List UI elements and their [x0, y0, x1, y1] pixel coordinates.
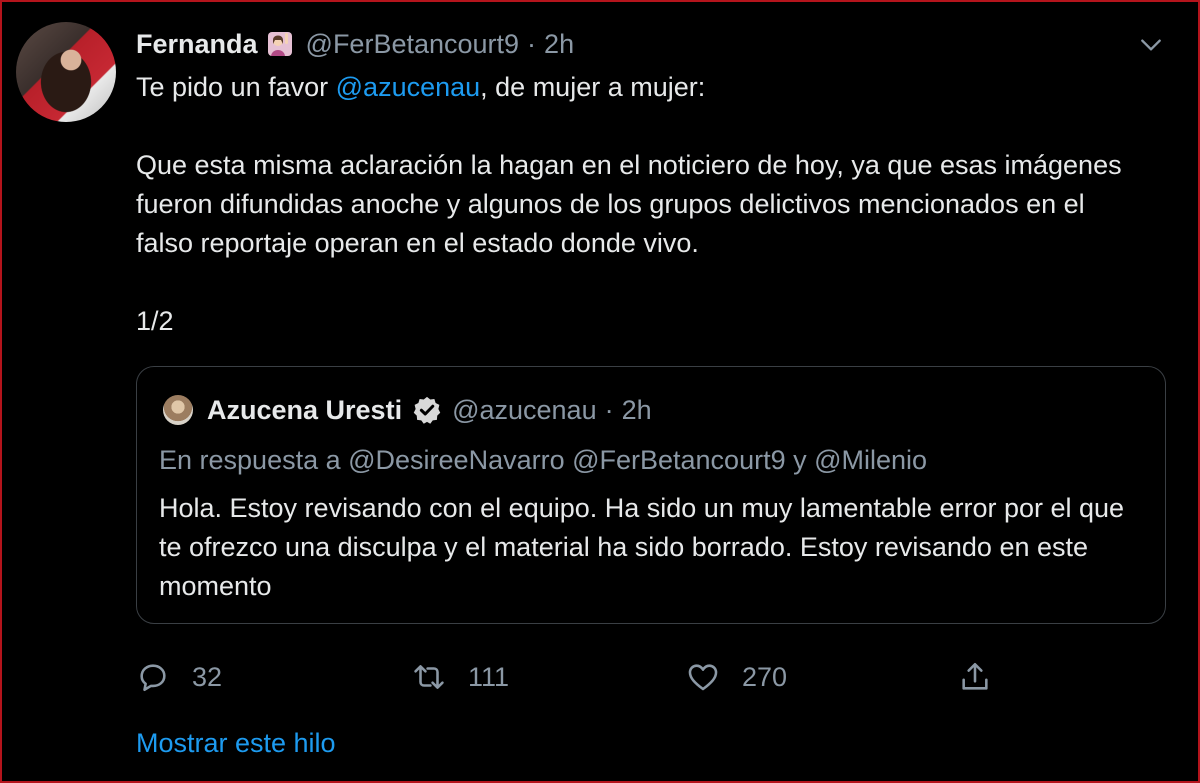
tweet-paragraph-2: Que esta misma aclaración la hagan en el… — [136, 150, 1122, 258]
separator-dot: · — [527, 28, 537, 59]
tweet-header: Fernanda @FerBetancourt9 · 2h — [136, 24, 574, 64]
mention-link[interactable]: @azucenau — [336, 72, 481, 102]
like-count: 270 — [742, 661, 788, 692]
quoted-separator-dot: · — [604, 394, 614, 425]
reply-icon — [140, 664, 166, 692]
show-thread-link[interactable]: Mostrar este hilo — [136, 728, 336, 759]
share-icon — [962, 662, 988, 690]
share-button[interactable] — [958, 655, 1014, 699]
reply-count: 32 — [192, 661, 223, 692]
tweet-text-after-mention: , de mujer a mujer: — [480, 72, 706, 102]
like-button[interactable]: 270 — [686, 655, 787, 699]
like-icon — [688, 664, 718, 691]
tweet-time[interactable]: 2h — [544, 29, 574, 60]
author-name[interactable]: Fernanda — [136, 29, 258, 60]
tweet-paragraph-1: Te pido un favor @azucenau, de mujer a m… — [136, 68, 1136, 107]
tweet-paragraph-3: 1/2 — [136, 306, 174, 336]
retweet-icon — [414, 665, 444, 689]
quoted-author-name: Azucena Uresti — [207, 394, 403, 425]
quoted-author-avatar — [163, 395, 193, 425]
quoted-tweet-time: 2h — [621, 394, 652, 425]
tweet-text: Te pido un favor @azucenau, de mujer a m… — [136, 68, 1136, 341]
reply-context: En respuesta a @DesireeNavarro @FerBetan… — [159, 445, 928, 475]
tweet-text-before-mention: Te pido un favor — [136, 72, 336, 102]
woman-raising-hand-emoji-icon — [267, 32, 292, 56]
quoted-tweet[interactable]: Azucena Uresti @azucenau · 2h En respues… — [136, 366, 1166, 624]
reply-button[interactable]: 32 — [136, 655, 222, 699]
author-handle[interactable]: @FerBetancourt9 — [306, 29, 520, 60]
quoted-tweet-text: Hola. Estoy revisando con el equipo. Ha … — [159, 493, 1125, 601]
verified-badge-icon — [413, 396, 441, 424]
retweet-count: 111 — [468, 661, 510, 692]
tweet-actions: 32 111 270 — [136, 655, 996, 699]
chevron-down-icon[interactable] — [1138, 32, 1164, 58]
author-avatar[interactable] — [16, 22, 116, 122]
quoted-author-handle: @azucenau — [452, 394, 597, 425]
retweet-button[interactable]: 111 — [412, 655, 509, 699]
quoted-tweet-header: Azucena Uresti @azucenau · 2h — [163, 393, 652, 427]
